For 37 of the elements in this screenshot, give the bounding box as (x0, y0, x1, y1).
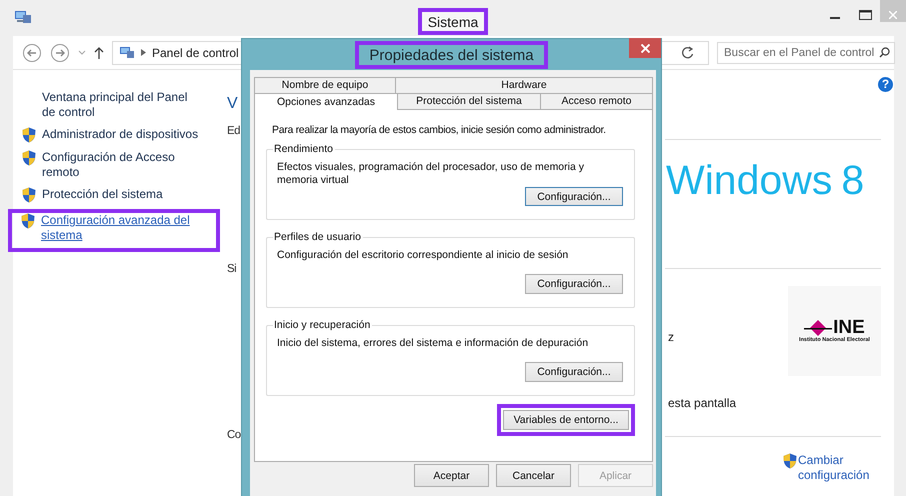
sidebar-link[interactable]: Configuración de Acceso remoto (42, 150, 202, 180)
group-description: Inicio del sistema, errores del sistema e información de depuración (277, 337, 590, 351)
tab[interactable]: Acceso remoto (541, 93, 653, 109)
environment-variables-button[interactable]: Variables de entorno... (503, 410, 629, 430)
group-title: Rendimiento (273, 143, 334, 156)
section-label: Ed (227, 124, 240, 138)
windows-logo: Windows 8 (666, 156, 864, 205)
sidebar-link[interactable]: Administrador de dispositivos (42, 127, 202, 142)
settings-button[interactable]: Configuración... (525, 187, 623, 206)
group-title: Inicio y recuperación (273, 319, 372, 332)
settings-button[interactable]: Configuración... (525, 362, 623, 382)
section-heading: V (227, 94, 238, 114)
tab[interactable]: Opciones avanzadas (254, 93, 398, 110)
sidebar-link[interactable]: Protección del sistema (42, 187, 202, 202)
notice-text: Para realizar la mayoría de estos cambios, inicie sesión como administrador. (271, 123, 607, 137)
sidebar-link[interactable]: Ventana principal del Panel de control (42, 90, 202, 120)
info-text: z (668, 330, 674, 344)
search-field[interactable]: Buscar en el Panel de control (717, 42, 895, 64)
dialog-button[interactable]: Cancelar (496, 464, 571, 487)
tab[interactable]: Hardware (396, 77, 653, 93)
help-icon[interactable]: ? (878, 77, 893, 92)
group-title: Perfiles de usuario (273, 231, 362, 244)
settings-button[interactable]: Configuración... (525, 274, 623, 294)
group-description: Configuración del escritorio correspondiente al inicio de sesión (277, 249, 570, 263)
section-label: Co (227, 428, 241, 442)
section-label: Si (227, 262, 236, 276)
window-title: Sistema (418, 8, 488, 35)
dialog-title: Propiedades del sistema (355, 41, 548, 69)
tab[interactable]: Nombre de equipo (254, 77, 396, 93)
group-description: Efectos visuales, programación del procesador, uso de memoria y memoria virtual (277, 161, 585, 187)
breadcrumb-item[interactable]: Panel de control (152, 46, 239, 60)
logo-text: INE (833, 318, 865, 336)
sidebar-link[interactable]: Configuración avanzada del sistema (41, 213, 201, 243)
dialog-button[interactable]: Aceptar (414, 464, 489, 487)
tab[interactable]: Protección del sistema (398, 93, 541, 109)
change-settings-link[interactable]: Cambiar configuración (798, 453, 878, 483)
info-text: esta pantalla (668, 396, 736, 410)
